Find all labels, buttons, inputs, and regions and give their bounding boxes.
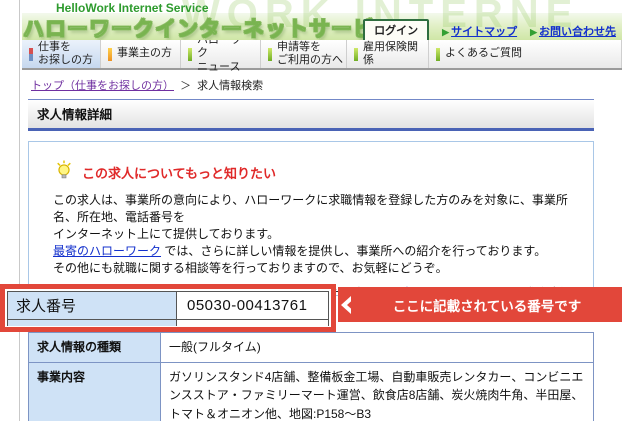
tab-employment-insurance[interactable]: 雇用保険関係 (347, 40, 429, 68)
job-number-label: 求人番号 (7, 291, 177, 320)
info-paragraph-1: この求人は、事業所の意向により、ハローワークに求職情報を登録した方のみを対象に、… (53, 192, 579, 277)
page-title: 求人情報詳細 (28, 99, 594, 131)
tab-marker-icon (436, 47, 440, 61)
tab-marker-icon (268, 47, 272, 61)
next-row-sliver (7, 320, 329, 326)
row-value: 一般(フルタイム) (160, 332, 594, 363)
lightbulb-icon (55, 160, 73, 184)
tab-label: 雇用保険関係 (363, 40, 418, 66)
page-left-border (19, 0, 20, 421)
tab-marker-icon (188, 47, 192, 61)
paragraph-text: この求人は、事業所の意向により、ハローワークに求職情報を登録した方のみを対象に、… (53, 193, 568, 241)
contact-link[interactable]: ▶ お問い合わせ先 (530, 23, 616, 39)
tab-hellowork-news[interactable]: ハローワーク ニュース (181, 34, 261, 73)
job-number-value: 05030-00413761 (177, 291, 329, 320)
tab-applications[interactable]: 申請等を ご利用の方へ (261, 40, 347, 68)
job-number-callout: ここに記載されている番号です (338, 287, 622, 322)
site-header: WORK INTERNE HelloWork Internet Service … (22, 0, 622, 40)
info-box-heading: この求人についてもっと知りたい (82, 165, 276, 181)
tab-label: ご利用の方へ (277, 54, 343, 66)
tab-label: よくあるご質問 (445, 47, 522, 60)
main-nav: 仕事を お探しの方 事業主の方 ハローワーク ニュース 申請等を ご利用の方へ 雇用保… (22, 34, 622, 73)
breadcrumb: トップ（仕事をお探しの方） ＞ 求人情報検索 (22, 70, 622, 94)
tab-marker-icon (108, 47, 112, 61)
login-button[interactable]: ログイン (363, 19, 430, 40)
site-logo-title: ハローワークインターネットサービス (23, 18, 397, 41)
tab-job-seekers[interactable]: 仕事を お探しの方 (22, 40, 101, 68)
triangle-arrow-icon: ▶ (442, 26, 450, 37)
row-label: 事業内容 (28, 361, 161, 421)
tab-label: ニュース (197, 60, 241, 73)
sitemap-link[interactable]: ▶ サイトマップ (442, 23, 517, 39)
tab-label: 申請等を (277, 40, 321, 53)
tab-employers[interactable]: 事業主の方 (101, 40, 181, 68)
header-utility-links: ログイン ▶ サイトマップ ▶ お問い合わせ先 (363, 19, 616, 40)
tab-faq[interactable]: よくあるご質問 (429, 40, 622, 68)
triangle-arrow-icon: ▶ (530, 26, 537, 37)
table-row: 求人情報の種類 一般(フルタイム) (28, 332, 594, 363)
breadcrumb-top-link[interactable]: トップ（仕事をお探しの方） (31, 80, 174, 92)
job-detail-table: 求人情報の種類 一般(フルタイム) 事業内容 ガソリンスタンド4店舗、整備板金工… (28, 332, 594, 421)
tab-label: 仕事を (38, 40, 71, 53)
tab-label: お探しの方 (38, 54, 93, 66)
job-info-box: この求人についてもっと知りたい この求人は、事業所の意向により、ハローワークに求… (28, 141, 594, 296)
job-number-highlight-box: 求人番号 05030-00413761 (0, 284, 336, 332)
page: WORK INTERNE HelloWork Internet Service … (22, 0, 622, 421)
callout-text: ここに記載されている番号です (392, 298, 582, 314)
tab-label: 事業主の方 (117, 47, 172, 60)
row-value: ガソリンスタンド4店舗、整備板金工場、自動車販売レンタカー、コンビニエンスストア… (160, 361, 594, 421)
tab-marker-icon (29, 47, 33, 61)
row-label: 求人情報の種類 (28, 332, 161, 363)
nearest-hellowork-link[interactable]: 最寄のハローワーク (53, 244, 161, 258)
table-row: 事業内容 ガソリンスタンド4店舗、整備板金工場、自動車販売レンタカー、コンビニエ… (28, 361, 594, 421)
breadcrumb-separator: ＞ (180, 80, 192, 92)
tab-marker-icon (354, 47, 358, 61)
breadcrumb-current: 求人情報検索 (197, 80, 264, 92)
